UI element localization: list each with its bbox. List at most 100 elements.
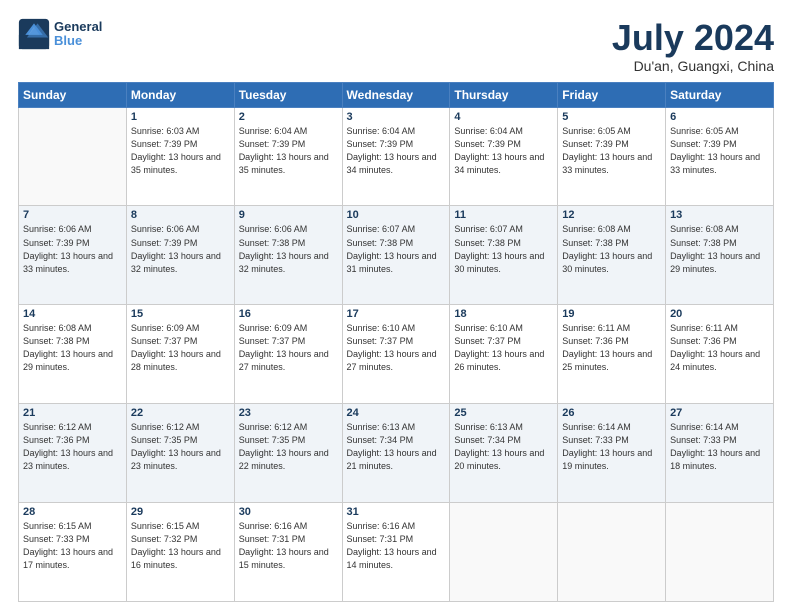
day-number: 7 <box>23 209 122 221</box>
calendar-day-cell: 7Sunrise: 6:06 AMSunset: 7:39 PMDaylight… <box>19 206 127 305</box>
calendar-day-cell: 29 Sunrise: 6:15 AMSunset: 7:32 PMDayligh… <box>126 503 234 602</box>
logo-text: General Blue <box>54 20 102 49</box>
day-info: Sunrise: 6:14 AMSunset: 7:33 PMDaylight:… <box>670 421 769 473</box>
day-number: 20 <box>670 308 769 320</box>
calendar-day-cell: 1Sunrise: 6:03 AMSunset: 7:39 PMDaylight… <box>126 107 234 206</box>
day-info: Sunrise: 6:12 AMSunset: 7:35 PMDaylight:… <box>239 421 338 473</box>
day-info: Sunrise: 6:06 AMSunset: 7:39 PMDaylight:… <box>131 223 230 275</box>
day-number: 2 <box>239 111 338 123</box>
calendar-day-cell: 12 Sunrise: 6:08 AMSunset: 7:38 PMDayligh… <box>558 206 666 305</box>
calendar-day-cell: 20 Sunrise: 6:11 AMSunset: 7:36 PMDayligh… <box>666 305 774 404</box>
calendar-day-cell <box>450 503 558 602</box>
day-number: 14 <box>23 308 122 320</box>
day-number: 19 <box>562 308 661 320</box>
day-info: Sunrise: 6:06 AMSunset: 7:38 PMDaylight:… <box>239 223 338 275</box>
day-number: 10 <box>347 209 446 221</box>
calendar-day-cell: 23 Sunrise: 6:12 AMSunset: 7:35 PMDayligh… <box>234 404 342 503</box>
calendar-day-cell: 22 Sunrise: 6:12 AMSunset: 7:35 PMDayligh… <box>126 404 234 503</box>
day-info: Sunrise: 6:08 AMSunset: 7:38 PMDaylight:… <box>562 223 661 275</box>
day-info: Sunrise: 6:08 AMSunset: 7:38 PMDaylight:… <box>23 322 122 374</box>
day-info: Sunrise: 6:16 AMSunset: 7:31 PMDaylight:… <box>239 520 338 572</box>
calendar-day-cell: 15 Sunrise: 6:09 AMSunset: 7:37 PMDayligh… <box>126 305 234 404</box>
day-info: Sunrise: 6:14 AMSunset: 7:33 PMDaylight:… <box>562 421 661 473</box>
day-number: 28 <box>23 506 122 518</box>
day-number: 22 <box>131 407 230 419</box>
day-number: 4 <box>454 111 553 123</box>
day-info: Sunrise: 6:10 AMSunset: 7:37 PMDaylight:… <box>454 322 553 374</box>
day-info: Sunrise: 6:05 AMSunset: 7:39 PMDaylight:… <box>670 125 769 177</box>
day-number: 23 <box>239 407 338 419</box>
calendar-day-cell: 8Sunrise: 6:06 AMSunset: 7:39 PMDaylight… <box>126 206 234 305</box>
calendar-day-cell: 13 Sunrise: 6:08 AMSunset: 7:38 PMDayligh… <box>666 206 774 305</box>
day-of-week-header: Wednesday <box>342 82 450 107</box>
day-info: Sunrise: 6:04 AMSunset: 7:39 PMDaylight:… <box>239 125 338 177</box>
day-number: 11 <box>454 209 553 221</box>
day-number: 3 <box>347 111 446 123</box>
calendar-day-cell <box>19 107 127 206</box>
day-info: Sunrise: 6:09 AMSunset: 7:37 PMDaylight:… <box>131 322 230 374</box>
day-info: Sunrise: 6:09 AMSunset: 7:37 PMDaylight:… <box>239 322 338 374</box>
calendar-table: SundayMondayTuesdayWednesdayThursdayFrid… <box>18 82 774 602</box>
day-of-week-header: Monday <box>126 82 234 107</box>
calendar-week-row: 7 Sunrise: 6:06 AMSunset: 7:39 PMDaylight… <box>19 206 774 305</box>
calendar-header-row: SundayMondayTuesdayWednesdayThursdayFrid… <box>19 82 774 107</box>
day-of-week-header: Sunday <box>19 82 127 107</box>
day-of-week-header: Tuesday <box>234 82 342 107</box>
calendar-day-cell: 26 Sunrise: 6:14 AMSunset: 7:33 PMDayligh… <box>558 404 666 503</box>
day-of-week-header: Thursday <box>450 82 558 107</box>
calendar-day-cell: 5 Sunrise: 6:05 AMSunset: 7:39 PMDaylight… <box>558 107 666 206</box>
day-info: Sunrise: 6:08 AMSunset: 7:38 PMDaylight:… <box>670 223 769 275</box>
day-info: Sunrise: 6:07 AMSunset: 7:38 PMDaylight:… <box>347 223 446 275</box>
day-number: 15 <box>131 308 230 320</box>
calendar-week-row: 21 Sunrise: 6:12 AMSunset: 7:36 PMDayligh… <box>19 404 774 503</box>
day-info: Sunrise: 6:15 AMSunset: 7:33 PMDaylight:… <box>23 520 122 572</box>
calendar-day-cell: 3 Sunrise: 6:04 AMSunset: 7:39 PMDaylight… <box>342 107 450 206</box>
calendar-day-cell: 14 Sunrise: 6:08 AMSunset: 7:38 PMDayligh… <box>19 305 127 404</box>
day-info: Sunrise: 6:16 AMSunset: 7:31 PMDaylight:… <box>347 520 446 572</box>
page-header: General Blue July 2024 Du'an, Guangxi, C… <box>18 18 774 74</box>
day-info: Sunrise: 6:12 AMSunset: 7:36 PMDaylight:… <box>23 421 122 473</box>
calendar-day-cell: 30 Sunrise: 6:16 AMSunset: 7:31 PMDayligh… <box>234 503 342 602</box>
day-info: Sunrise: 6:12 AMSunset: 7:35 PMDaylight:… <box>131 421 230 473</box>
calendar-day-cell: 18 Sunrise: 6:10 AMSunset: 7:37 PMDayligh… <box>450 305 558 404</box>
logo: General Blue <box>18 18 102 50</box>
calendar-day-cell: 4 Sunrise: 6:04 AMSunset: 7:39 PMDaylight… <box>450 107 558 206</box>
calendar-day-cell: 11 Sunrise: 6:07 AMSunset: 7:38 PMDayligh… <box>450 206 558 305</box>
day-number: 30 <box>239 506 338 518</box>
day-info: Sunrise: 6:07 AMSunset: 7:38 PMDaylight:… <box>454 223 553 275</box>
logo-icon <box>18 18 50 50</box>
calendar-day-cell: 27 Sunrise: 6:14 AMSunset: 7:33 PMDayligh… <box>666 404 774 503</box>
day-number: 27 <box>670 407 769 419</box>
calendar-day-cell: 31Sunrise: 6:16 AMSunset: 7:31 PMDayligh… <box>342 503 450 602</box>
calendar-day-cell <box>558 503 666 602</box>
day-info: Sunrise: 6:13 AMSunset: 7:34 PMDaylight:… <box>347 421 446 473</box>
day-info: Sunrise: 6:04 AMSunset: 7:39 PMDaylight:… <box>347 125 446 177</box>
month-title: July 2024 <box>612 18 774 58</box>
day-number: 29 <box>131 506 230 518</box>
day-number: 18 <box>454 308 553 320</box>
day-info: Sunrise: 6:11 AMSunset: 7:36 PMDaylight:… <box>670 322 769 374</box>
day-number: 9 <box>239 209 338 221</box>
calendar-week-row: 28 Sunrise: 6:15 AMSunset: 7:33 PMDayligh… <box>19 503 774 602</box>
day-number: 25 <box>454 407 553 419</box>
day-number: 6 <box>670 111 769 123</box>
calendar-day-cell: 10 Sunrise: 6:07 AMSunset: 7:38 PMDayligh… <box>342 206 450 305</box>
calendar-week-row: 14 Sunrise: 6:08 AMSunset: 7:38 PMDayligh… <box>19 305 774 404</box>
calendar-day-cell: 28 Sunrise: 6:15 AMSunset: 7:33 PMDayligh… <box>19 503 127 602</box>
calendar-day-cell: 16 Sunrise: 6:09 AMSunset: 7:37 PMDayligh… <box>234 305 342 404</box>
day-number: 24 <box>347 407 446 419</box>
day-info: Sunrise: 6:15 AMSunset: 7:32 PMDaylight:… <box>131 520 230 572</box>
day-number: 12 <box>562 209 661 221</box>
day-number: 5 <box>562 111 661 123</box>
day-number: 21 <box>23 407 122 419</box>
day-info: Sunrise: 6:03 AMSunset: 7:39 PMDaylight:… <box>131 125 230 177</box>
title-block: July 2024 Du'an, Guangxi, China <box>612 18 774 74</box>
day-number: 13 <box>670 209 769 221</box>
calendar-day-cell: 17Sunrise: 6:10 AMSunset: 7:37 PMDayligh… <box>342 305 450 404</box>
day-info: Sunrise: 6:04 AMSunset: 7:39 PMDaylight:… <box>454 125 553 177</box>
day-number: 26 <box>562 407 661 419</box>
day-info: Sunrise: 6:05 AMSunset: 7:39 PMDaylight:… <box>562 125 661 177</box>
day-info: Sunrise: 6:13 AMSunset: 7:34 PMDaylight:… <box>454 421 553 473</box>
calendar-week-row: 1Sunrise: 6:03 AMSunset: 7:39 PMDaylight… <box>19 107 774 206</box>
day-number: 16 <box>239 308 338 320</box>
